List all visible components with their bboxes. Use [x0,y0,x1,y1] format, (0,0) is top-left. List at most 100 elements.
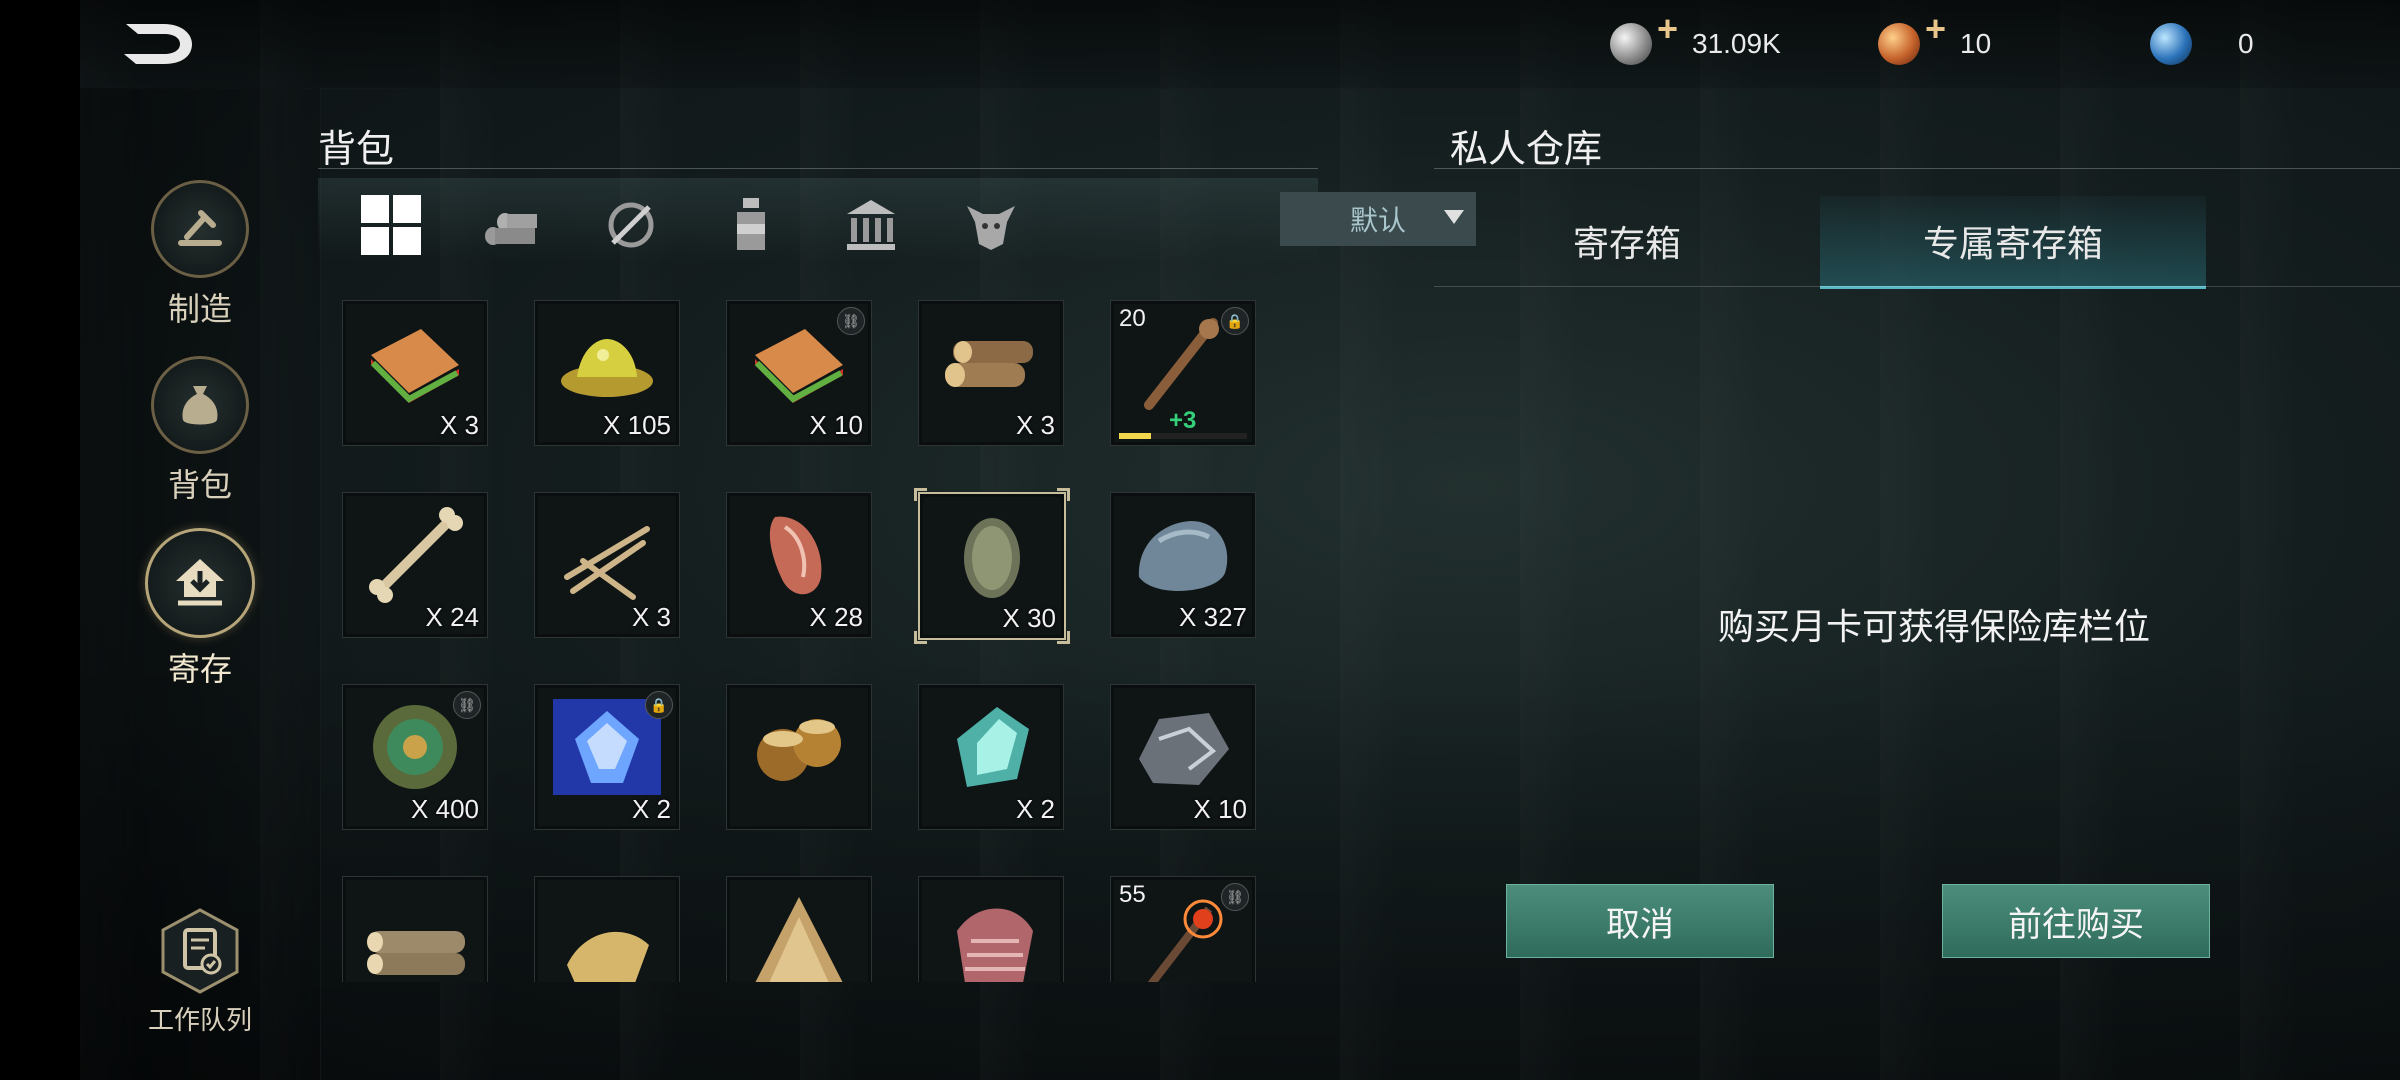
tab-divider [1434,286,2400,287]
item-quantity: X 3 [1015,410,1055,440]
selection-corner [1057,488,1070,501]
nav-bag-label: 背包 [167,467,232,503]
game-screen: + 31.09K + 10 0 制造 背包 寄存 工作队列 背包 默认 X 3 … [80,0,2400,1080]
item-slot[interactable] [534,876,680,982]
selection-corner [914,631,927,644]
copper-coin-icon: + [1878,11,1946,65]
item-grid: X 3 X 105 X 10 ⛓ X 3 20 🔒 +3 X 24 X 3 X 28 X 30 X 32… [342,290,1342,982]
ribs-icon [937,891,1045,982]
gem-amount: 0 [2238,28,2254,59]
item-level: 20 [1119,305,1146,332]
item-quantity: X 10 [1193,794,1248,824]
item-slot[interactable]: X 3 [342,300,488,446]
link-icon: ⛓ [1221,883,1249,911]
filter-bar: 默认 [318,178,1476,262]
item-slot[interactable]: X 28 [726,492,872,638]
blue-crystal-orb-icon [553,699,661,795]
blue-gem-icon [2150,23,2192,65]
deposit-house-icon [145,528,255,638]
tab-storage-box[interactable]: 寄存箱 [1434,196,1820,286]
logs-icon [937,315,1045,411]
filter-creature-icon[interactable] [956,190,1026,260]
cancel-button[interactable]: 取消 [1506,884,1774,958]
filter-building-icon[interactable] [836,190,906,260]
sort-label: 默认 [1349,205,1406,236]
item-slot[interactable]: X 105 [534,300,680,446]
yellow-jelly-icon [553,315,661,411]
item-slot[interactable] [918,876,1064,982]
filter-potion-icon[interactable] [716,190,786,260]
work-queue-label: 工作队列 [147,1005,252,1035]
craft-hammer-icon [151,180,249,278]
gem-currency[interactable]: 0 [2150,20,2254,68]
nuts-icon [745,699,853,795]
item-slot[interactable]: X 2 🔒 [534,684,680,830]
iron-ore-icon [1129,699,1237,795]
item-slot[interactable] [726,684,872,830]
item-slot[interactable]: X 327 [1110,492,1256,638]
item-slot[interactable]: X 30 [914,488,1070,644]
link-icon: ⛓ [453,691,481,719]
branches-icon [553,507,661,603]
item-slot[interactable]: X 400 ⛓ [342,684,488,830]
nav-bag[interactable]: 背包 [80,356,320,506]
item-slot[interactable]: X 24 [342,492,488,638]
durability-bar [1119,433,1247,439]
filter-all-grid-icon[interactable] [356,190,426,260]
item-quantity: X 28 [809,602,864,632]
item-slot[interactable]: X 3 [534,492,680,638]
item-slot[interactable] [726,876,872,982]
storage-divider [1434,168,2400,169]
nav-craft[interactable]: 制造 [80,180,320,330]
log-bundle-icon [361,891,469,982]
item-slot[interactable]: 20 🔒 +3 [1110,300,1256,446]
work-queue-button[interactable]: 工作队列 [80,908,320,1037]
backpack-divider [318,168,1318,169]
filter-logs-icon[interactable] [476,190,546,260]
item-slot[interactable]: X 10 [1110,684,1256,830]
stone-icon [1129,507,1237,603]
copper-currency[interactable]: + 10 [1878,11,1992,68]
item-quantity: X 24 [425,602,480,632]
item-quantity: X 2 [1015,794,1055,824]
item-quantity: X 105 [603,410,671,440]
item-quantity: X 2 [631,794,671,824]
selection-corner [914,488,927,501]
lock-icon: 🔒 [1221,307,1249,335]
nav-deposit-label: 寄存 [167,651,232,687]
bone-icon [361,507,469,603]
item-slot[interactable]: X 2 [918,684,1064,830]
copper-amount: 10 [1960,28,1992,59]
side-nav: 制造 背包 寄存 工作队列 [80,88,321,1080]
item-quantity: X 10 [809,410,864,440]
item-quantity: X 400 [411,794,479,824]
item-quantity: X 327 [1179,602,1247,632]
filter-weapon-icon[interactable] [596,190,666,260]
item-slot[interactable]: X 3 [918,300,1064,446]
item-quantity: X 30 [1002,603,1057,633]
silver-coin-icon: + [1610,11,1678,65]
selection-corner [1057,631,1070,644]
pine-icon [745,891,853,982]
item-quantity: X 3 [439,410,479,440]
item-level: 55 [1119,881,1146,908]
straw-icon [553,891,661,982]
jade-coin-icon [361,699,469,795]
tab-exclusive-storage[interactable]: 专属寄存箱 [1820,196,2206,289]
lock-icon: 🔒 [645,691,673,719]
go-buy-button[interactable]: 前往购买 [1942,884,2210,958]
work-queue-icon [161,908,239,994]
item-slot[interactable]: X 10 ⛓ [726,300,872,446]
item-slot[interactable]: 55 ⛓ [1110,876,1256,982]
cyan-crystal-icon [937,699,1045,795]
backpack-title: 背包 [318,129,395,171]
silver-amount: 31.09K [1692,28,1781,59]
bag-icon [151,356,249,454]
top-bar: + 31.09K + 10 0 [80,0,2400,89]
item-quantity: X 3 [631,602,671,632]
back-arrow-icon[interactable] [120,18,200,70]
raw-meat-icon [745,507,853,603]
item-slot[interactable] [342,876,488,982]
silver-currency[interactable]: + 31.09K [1610,11,1781,68]
nav-deposit[interactable]: 寄存 [80,528,320,690]
